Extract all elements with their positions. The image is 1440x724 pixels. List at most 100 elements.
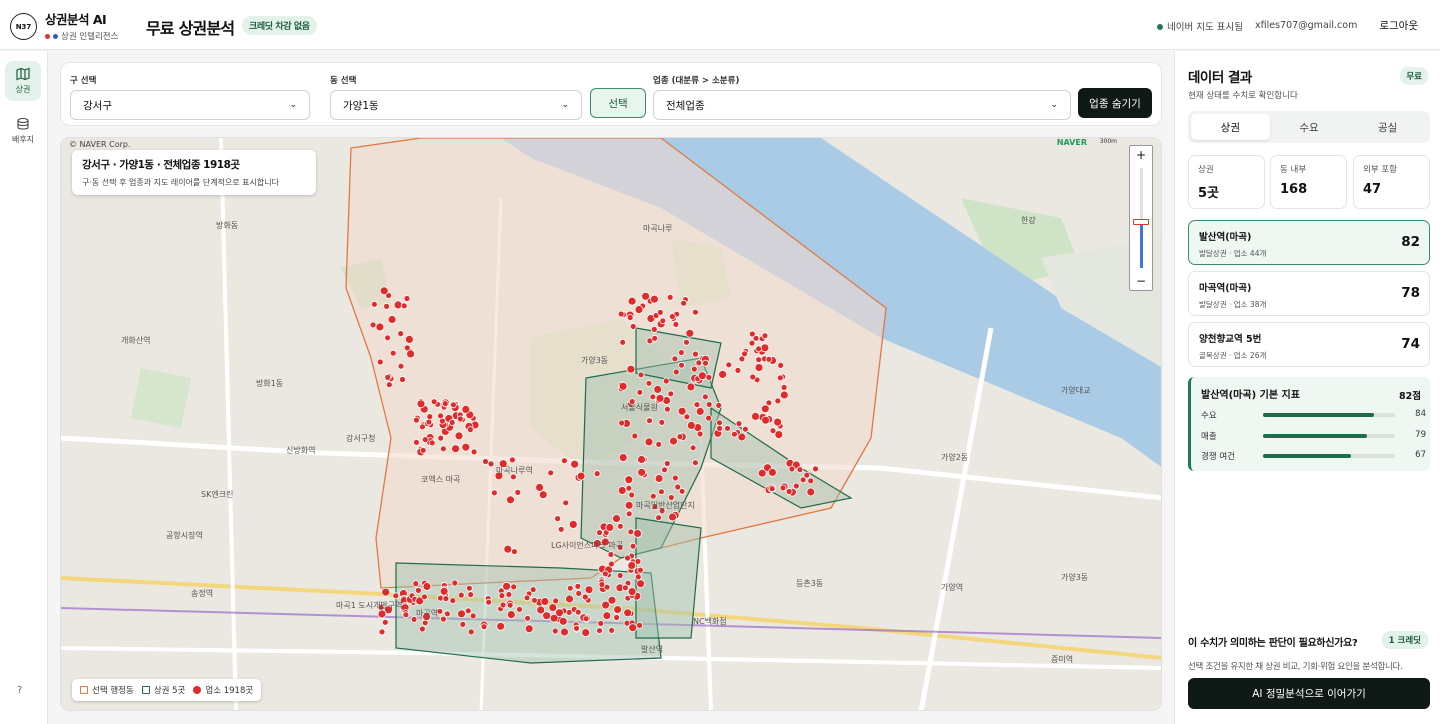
store-dot[interactable]	[768, 467, 777, 477]
store-dot[interactable]	[461, 442, 471, 452]
store-dot[interactable]	[607, 551, 615, 558]
store-dot[interactable]	[617, 522, 624, 530]
store-dot[interactable]	[716, 419, 723, 427]
store-dot[interactable]	[741, 350, 748, 358]
zone-card[interactable]: 양천향교역 5번 골목상권 · 업소 26개 74	[1188, 322, 1430, 367]
store-dot[interactable]	[490, 489, 498, 497]
store-dot[interactable]	[680, 299, 687, 307]
store-dot[interactable]	[523, 594, 531, 602]
store-dot[interactable]	[645, 379, 653, 387]
industry-select[interactable]: 전체업종 ⌄	[653, 90, 1071, 120]
store-dot[interactable]	[663, 460, 671, 467]
store-dot[interactable]	[506, 601, 514, 609]
store-dot[interactable]	[508, 456, 516, 464]
store-dot[interactable]	[558, 616, 568, 626]
store-dot[interactable]	[524, 614, 532, 622]
store-dot[interactable]	[568, 519, 578, 529]
store-dot[interactable]	[397, 330, 405, 338]
hide-industry-button[interactable]: 업종 숨기기	[1078, 88, 1152, 118]
store-dot[interactable]	[548, 603, 558, 613]
store-dot[interactable]	[480, 623, 488, 631]
store-dot[interactable]	[457, 591, 465, 599]
store-dot[interactable]	[799, 476, 807, 484]
store-dot[interactable]	[582, 615, 590, 623]
store-dot[interactable]	[404, 334, 414, 344]
store-dot[interactable]	[385, 381, 393, 389]
store-dot[interactable]	[439, 586, 449, 596]
store-dot[interactable]	[644, 437, 654, 447]
store-dot[interactable]	[698, 371, 707, 381]
store-dot[interactable]	[748, 330, 756, 338]
store-dot[interactable]	[547, 469, 555, 477]
store-dot[interactable]	[768, 485, 776, 493]
store-dot[interactable]	[702, 393, 709, 401]
store-dot[interactable]	[672, 474, 679, 482]
store-dot[interactable]	[619, 338, 627, 346]
store-dot[interactable]	[637, 467, 647, 477]
store-dot[interactable]	[370, 300, 378, 308]
store-dot[interactable]	[616, 572, 624, 579]
store-dot[interactable]	[629, 542, 637, 550]
store-dot[interactable]	[470, 448, 478, 456]
map-view[interactable]: 방화동 개화산역 신방화역 공항시장역 송정역 방화1동 마곡나루역 마곡역 발산역 가양3동 가양…	[60, 137, 1162, 711]
store-dot[interactable]	[716, 424, 723, 432]
store-dot[interactable]	[467, 628, 475, 636]
store-dot[interactable]	[449, 597, 457, 605]
store-dot[interactable]	[651, 334, 659, 342]
store-dot[interactable]	[438, 417, 446, 425]
store-dot[interactable]	[705, 414, 712, 422]
store-dot[interactable]	[678, 361, 685, 369]
store-dot[interactable]	[383, 302, 391, 310]
zoom-slider-handle[interactable]	[1133, 219, 1149, 225]
store-dot[interactable]	[510, 583, 518, 591]
store-dot[interactable]	[777, 361, 785, 369]
store-dot[interactable]	[655, 440, 663, 448]
help-button[interactable]: ?	[17, 685, 22, 696]
store-dot[interactable]	[469, 612, 477, 620]
store-dot[interactable]	[705, 373, 713, 381]
store-dot[interactable]	[506, 495, 515, 505]
store-dot[interactable]	[690, 365, 698, 373]
store-dot[interactable]	[718, 369, 727, 379]
store-dot[interactable]	[626, 364, 636, 374]
store-dot[interactable]	[628, 623, 638, 633]
store-dot[interactable]	[677, 406, 687, 416]
store-dot[interactable]	[627, 587, 637, 597]
store-dot[interactable]	[654, 474, 664, 483]
store-dot[interactable]	[731, 430, 738, 438]
store-dot[interactable]	[597, 619, 605, 627]
store-dot[interactable]	[659, 317, 667, 325]
store-dot[interactable]	[560, 457, 568, 465]
store-dot[interactable]	[384, 334, 392, 342]
store-dot[interactable]	[552, 597, 560, 605]
store-dot[interactable]	[505, 591, 513, 598]
store-dot[interactable]	[602, 611, 612, 621]
store-dot[interactable]	[689, 444, 697, 452]
store-dot[interactable]	[422, 582, 432, 591]
store-dot[interactable]	[765, 399, 773, 407]
store-dot[interactable]	[414, 586, 422, 594]
store-dot[interactable]	[650, 325, 658, 333]
store-dot[interactable]	[748, 339, 756, 347]
store-dot[interactable]	[467, 591, 475, 599]
store-dot[interactable]	[485, 598, 493, 606]
store-dot[interactable]	[381, 587, 391, 597]
store-dot[interactable]	[441, 400, 449, 408]
store-dot[interactable]	[624, 500, 634, 510]
store-dot[interactable]	[751, 411, 760, 421]
zone-card[interactable]: 발산역(마곡) 발달상권 · 업소 44개 82	[1188, 220, 1430, 265]
store-dot[interactable]	[624, 475, 634, 485]
ai-analysis-button[interactable]: AI 정밀분석으로 이어가기	[1188, 678, 1430, 709]
store-dot[interactable]	[755, 356, 763, 364]
store-dot[interactable]	[437, 434, 445, 442]
store-dot[interactable]	[667, 494, 675, 501]
store-dot[interactable]	[622, 584, 629, 592]
store-dot[interactable]	[671, 355, 679, 363]
store-dot[interactable]	[796, 466, 804, 474]
store-dot[interactable]	[482, 458, 489, 465]
store-dot[interactable]	[551, 627, 559, 635]
store-dot[interactable]	[702, 359, 709, 367]
store-dot[interactable]	[403, 295, 411, 302]
store-dot[interactable]	[613, 605, 622, 615]
store-dot[interactable]	[617, 310, 625, 318]
